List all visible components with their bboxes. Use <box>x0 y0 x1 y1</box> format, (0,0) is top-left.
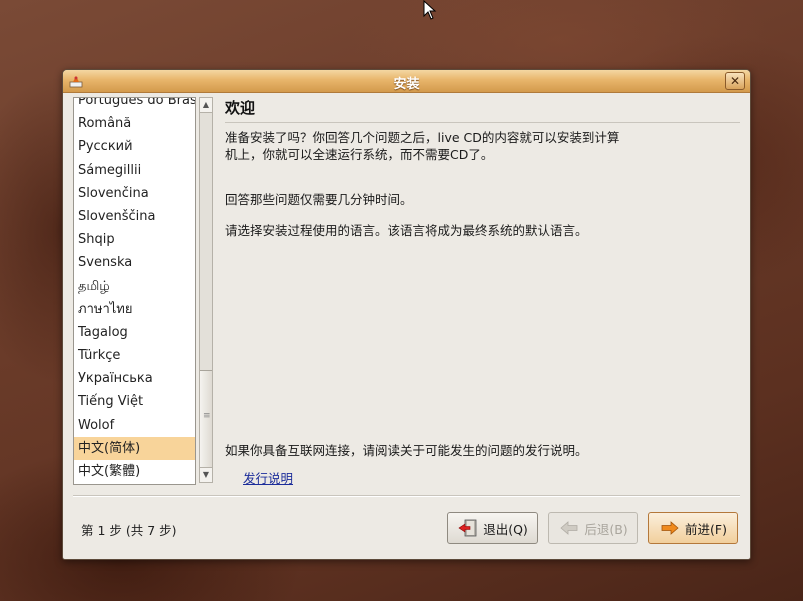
language-list-item[interactable]: 中文(繁體) <box>74 460 195 483</box>
quit-button[interactable]: 退出(Q) <box>447 512 538 544</box>
language-list-item[interactable]: Українська <box>74 367 195 390</box>
footer-divider <box>73 495 740 497</box>
language-list-item[interactable]: Türkçe <box>74 344 195 367</box>
language-list-item[interactable]: Svenska <box>74 251 195 274</box>
language-list-item[interactable]: Wolof <box>74 414 195 437</box>
release-notes-link[interactable]: 发行说明 <box>243 468 293 487</box>
quit-button-label: 退出(Q) <box>483 521 528 537</box>
welcome-content: 欢迎 准备安装了吗？你回答几个问题之后，live CD的内容就可以安装到计算机上… <box>225 97 740 486</box>
back-button[interactable]: 后退(B) <box>548 512 638 544</box>
exit-door-icon <box>458 519 477 537</box>
language-list-item[interactable]: Sámegillii <box>74 159 195 182</box>
step-indicator: 第 1 步 (共 7 步) <box>81 523 177 538</box>
language-list[interactable]: Português do Brasil Română Русский Sámegill… <box>73 97 196 485</box>
language-list-item[interactable]: Tagalog <box>74 321 195 344</box>
language-list-item[interactable]: Português do Brasil <box>74 98 195 112</box>
grip-icon: ≡ <box>203 411 211 421</box>
intro-paragraph: 准备安装了吗？你回答几个问题之后，live CD的内容就可以安装到计算机上，你就… <box>225 130 620 162</box>
duration-paragraph: 回答那些问题仅需要几分钟时间。 <box>225 192 413 207</box>
scroll-down-arrow-icon[interactable]: ▼ <box>200 467 212 482</box>
language-list-item[interactable]: Tiếng Việt <box>74 390 195 413</box>
language-list-item[interactable]: Slovenčina <box>74 182 195 205</box>
forward-arrow-icon <box>661 521 679 535</box>
language-list-item[interactable]: ภาษาไทย <box>74 298 195 321</box>
back-arrow-icon <box>560 521 578 535</box>
language-list-item[interactable]: Русский <box>74 135 195 158</box>
close-icon[interactable]: ✕ <box>725 72 745 90</box>
language-list-scrollbar[interactable]: ▲ ≡ ▼ <box>199 97 213 483</box>
language-list-item[interactable]: தமிழ் <box>74 275 195 298</box>
forward-button[interactable]: 前进(F) <box>648 512 738 544</box>
window-title: 安装 <box>393 77 420 92</box>
mouse-cursor-icon <box>423 0 437 20</box>
internet-notice-paragraph: 如果你具备互联网连接，请阅读关于可能发生的问题的发行说明。 <box>225 443 588 458</box>
heading-divider <box>225 122 740 123</box>
scroll-up-arrow-icon[interactable]: ▲ <box>200 98 212 113</box>
scrollbar-thumb[interactable]: ≡ <box>200 370 212 468</box>
language-list-item[interactable]: Română <box>74 112 195 135</box>
page-title: 欢迎 <box>225 99 256 117</box>
language-list-item[interactable]: 中文(简体) <box>74 436 195 460</box>
back-button-label: 后退(B) <box>584 521 628 537</box>
language-list-item[interactable]: Shqip <box>74 228 195 251</box>
forward-button-label: 前进(F) <box>685 521 727 537</box>
language-instruction-paragraph: 请选择安装过程使用的语言。该语言将成为最终系统的默认语言。 <box>225 223 588 238</box>
title-bar[interactable]: 安装 ✕ <box>63 70 750 93</box>
installer-window: 安装 ✕ Português do Brasil Română Русский Sám… <box>62 69 751 560</box>
language-list-item[interactable]: Slovenščina <box>74 205 195 228</box>
